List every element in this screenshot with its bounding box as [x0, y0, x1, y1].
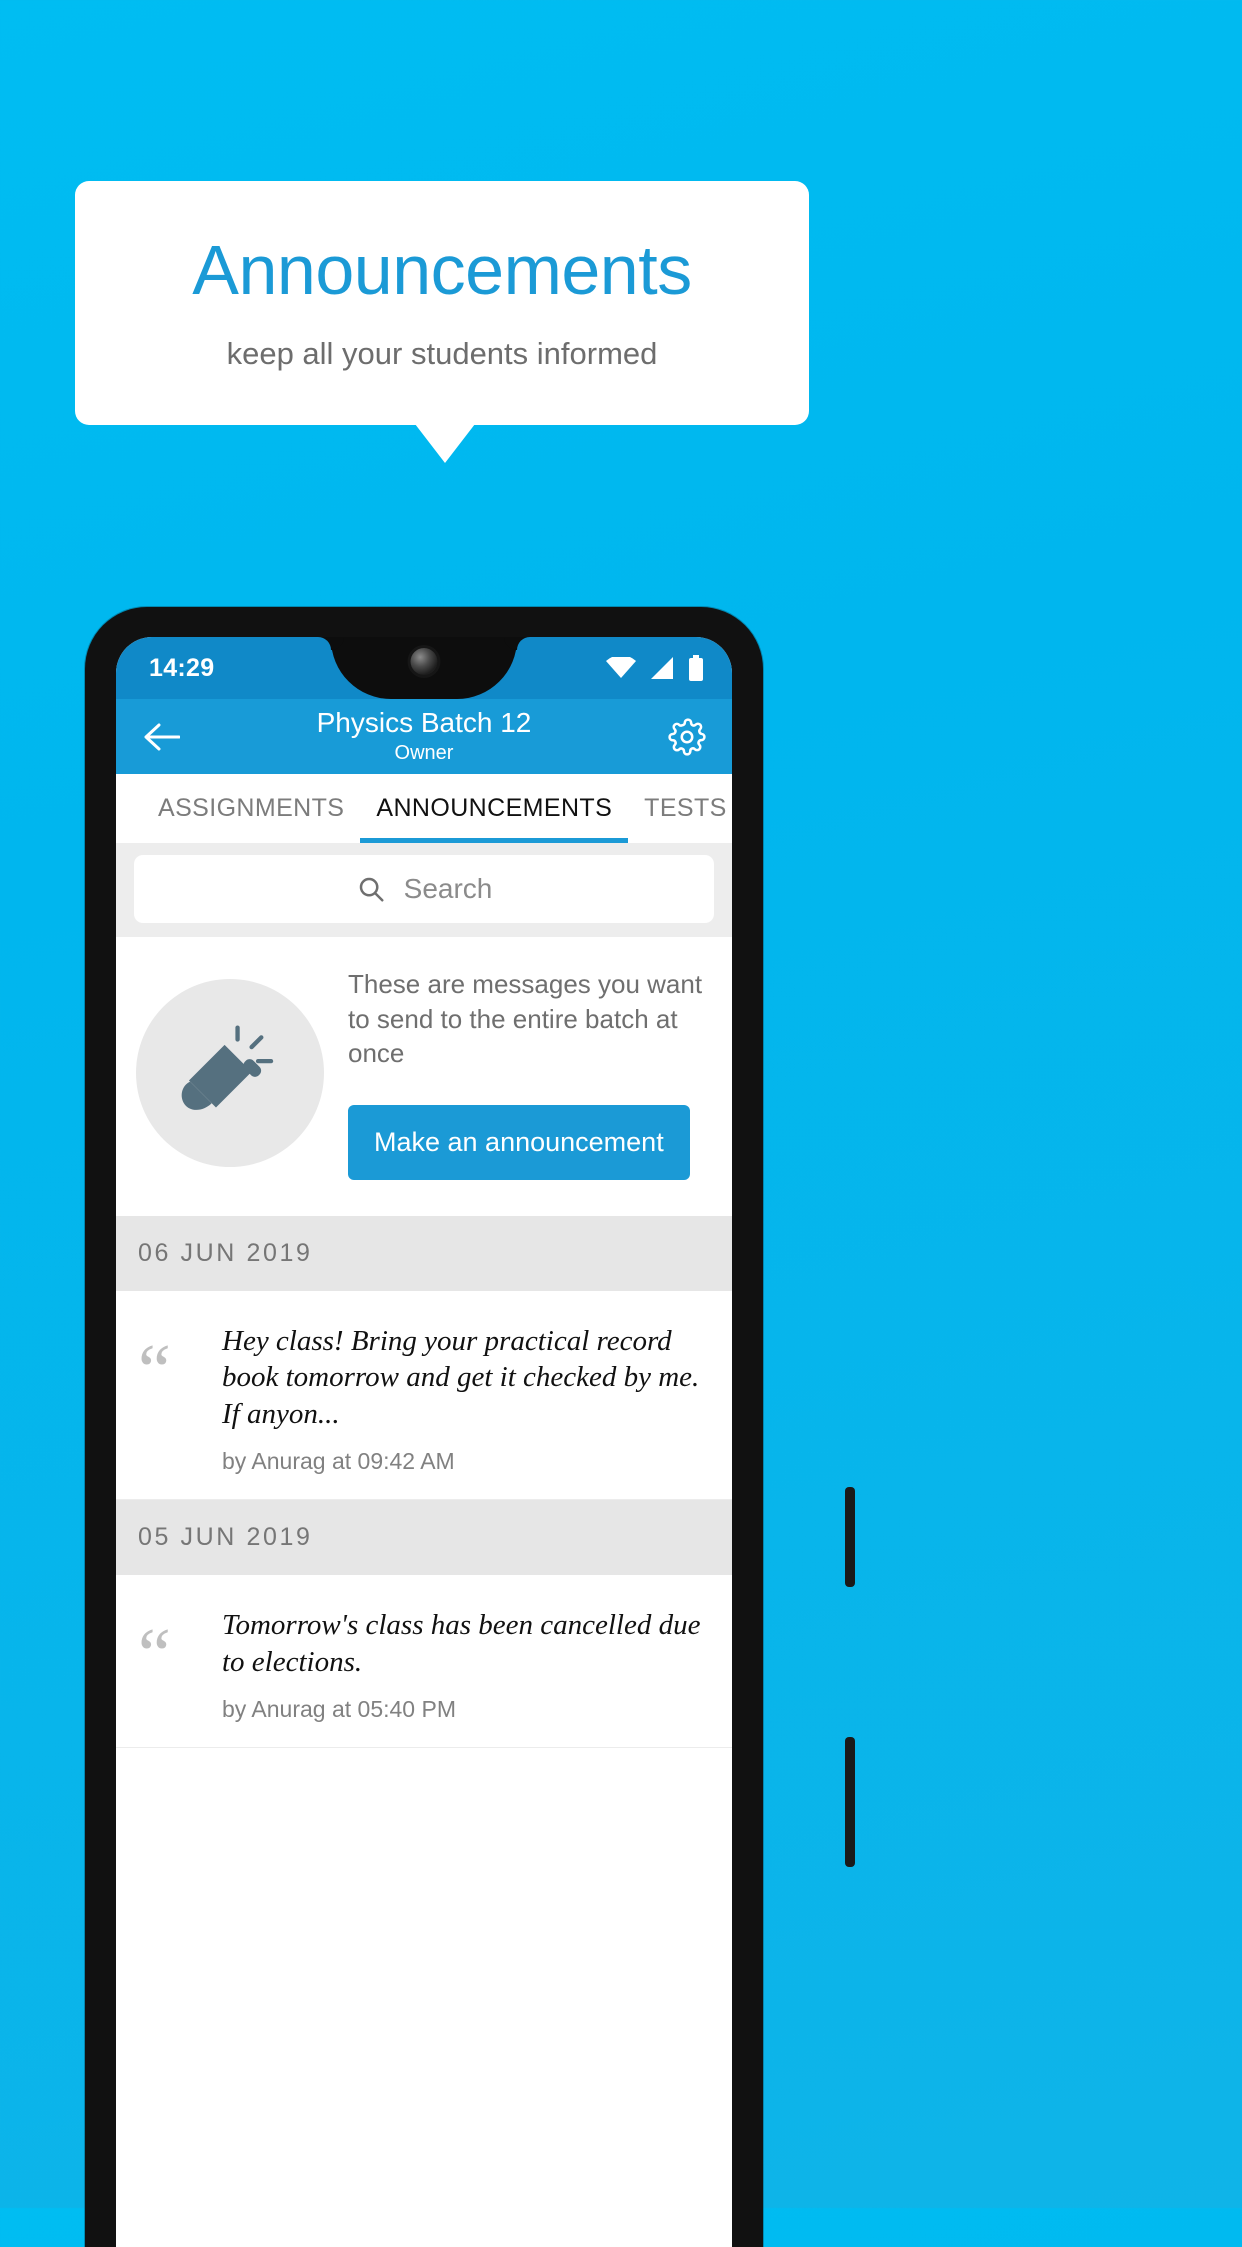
intro-right: These are messages you want to send to t…: [348, 967, 708, 1180]
announcement-item[interactable]: “ Hey class! Bring your practical record…: [116, 1290, 732, 1501]
promo-card: Announcements keep all your students inf…: [75, 181, 809, 425]
tab-assignments[interactable]: ASSIGNMENTS: [142, 774, 360, 843]
gear-icon[interactable]: [664, 717, 710, 756]
announcement-body: Hey class! Bring your practical record b…: [222, 1321, 712, 1476]
phone-screen: 14:29 Physics Batch 12 Owner ASSIGNMENTS…: [116, 637, 732, 2247]
power-button[interactable]: [845, 1487, 855, 1587]
status-time: 14:29: [149, 653, 215, 682]
date-header: 05 JUN 2019: [116, 1500, 732, 1576]
display-notch: [331, 637, 517, 699]
app-bar: Physics Batch 12 Owner: [116, 699, 732, 774]
date-header: 06 JUN 2019: [116, 1215, 732, 1291]
page-title: Announcements: [192, 231, 692, 310]
volume-button[interactable]: [845, 1737, 855, 1867]
signal-icon: [651, 657, 673, 679]
quote-mark-icon: “: [138, 1614, 171, 1697]
battery-icon: [689, 655, 703, 681]
batch-title: Physics Batch 12: [316, 707, 532, 739]
phone-frame: 14:29 Physics Batch 12 Owner ASSIGNMENTS…: [85, 607, 855, 2247]
intro-description: These are messages you want to send to t…: [348, 969, 703, 1069]
quote-mark-icon: “: [138, 1329, 171, 1412]
front-camera: [410, 648, 438, 675]
search-placeholder: Search: [403, 873, 493, 904]
batch-role: Owner: [394, 741, 454, 764]
announcement-byline: by Anurag at 09:42 AM: [222, 1448, 455, 1475]
promo-subtitle: keep all your students informed: [226, 335, 658, 371]
make-announcement-button[interactable]: Make an announcement: [348, 1104, 690, 1180]
app-bar-titles: Physics Batch 12 Owner: [184, 707, 664, 765]
announcement-byline: by Anurag at 05:40 PM: [222, 1696, 456, 1723]
promo-bubble-tail: [415, 424, 475, 463]
tab-tests[interactable]: TESTS: [628, 774, 732, 843]
tab-bar: ASSIGNMENTS ANNOUNCEMENTS TESTS: [116, 774, 732, 843]
announcement-item[interactable]: “ Tomorrow's class has been cancelled du…: [116, 1575, 732, 1749]
announcement-text: Hey class! Bring your practical record b…: [222, 1324, 700, 1430]
announcement-body: Tomorrow's class has been cancelled due …: [222, 1605, 712, 1723]
announcement-text: Tomorrow's class has been cancelled due …: [222, 1609, 701, 1678]
tab-announcements[interactable]: ANNOUNCEMENTS: [360, 774, 628, 843]
search-input[interactable]: Search: [134, 855, 714, 923]
search-container: Search: [116, 843, 732, 937]
status-bar: 14:29: [116, 637, 732, 699]
search-icon: [359, 877, 384, 902]
megaphone-icon: [136, 979, 324, 1168]
announcement-intro-card: These are messages you want to send to t…: [116, 937, 732, 1216]
wifi-icon: [606, 657, 636, 678]
back-arrow-icon[interactable]: [138, 722, 184, 752]
status-icons: [606, 637, 704, 699]
